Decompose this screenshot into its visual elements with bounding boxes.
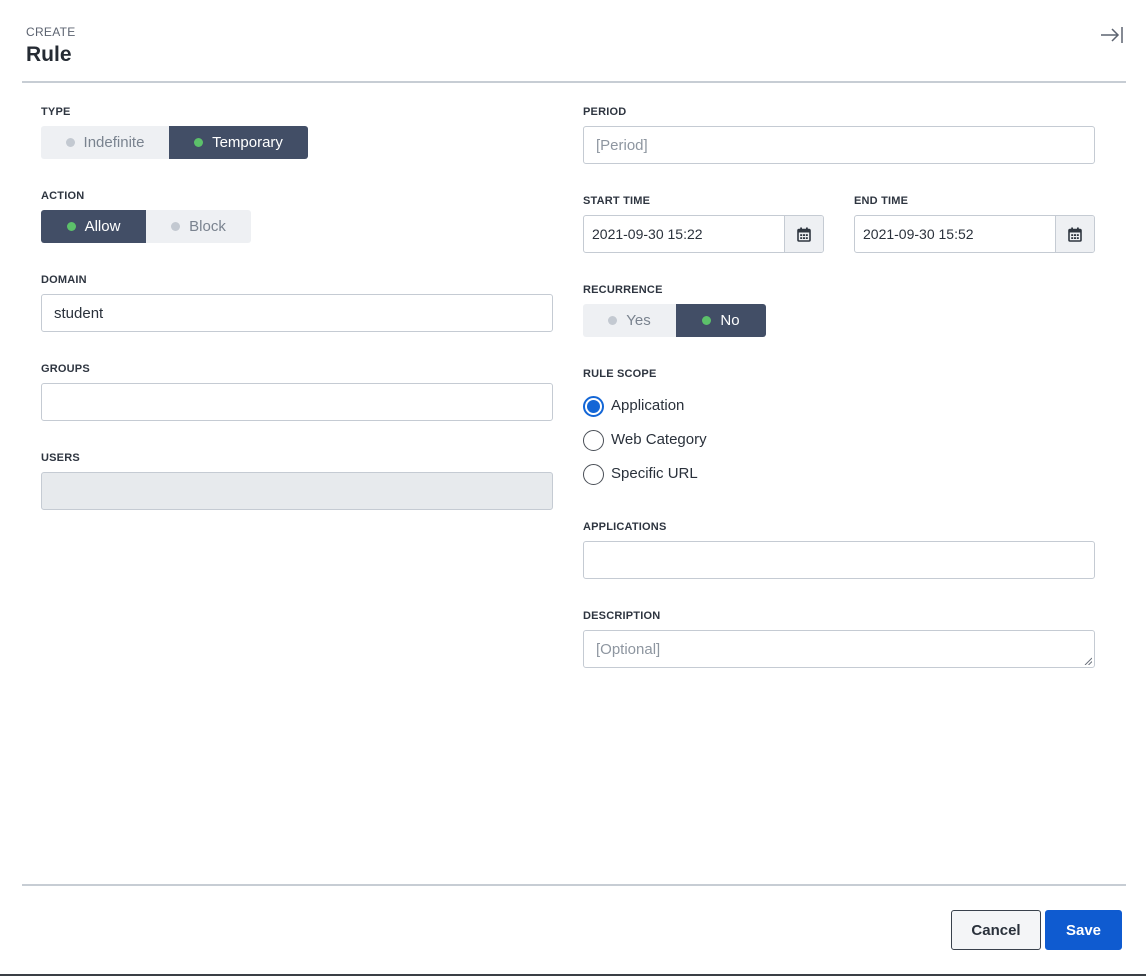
footer-divider	[22, 884, 1126, 886]
rule-scope-label: RULE SCOPE	[583, 368, 657, 380]
description-placeholder: [Optional]	[596, 640, 661, 658]
recurrence-option-label: Yes	[626, 312, 651, 329]
users-label: USERS	[41, 452, 80, 464]
action-label: ACTION	[41, 190, 85, 202]
status-dot-icon	[66, 222, 76, 231]
groups-input[interactable]	[41, 383, 553, 421]
domain-value: student	[54, 304, 104, 322]
resize-grip-icon[interactable]	[1084, 657, 1092, 665]
end-time-label: END TIME	[854, 195, 909, 207]
status-dot-icon	[702, 316, 712, 325]
end-time-calendar-button[interactable]	[1055, 216, 1094, 252]
type-option-label: Temporary	[212, 134, 283, 151]
radio-button[interactable]	[583, 430, 604, 451]
radio-button[interactable]	[583, 396, 604, 417]
period-placeholder: [Period]	[596, 136, 648, 154]
end-time-input[interactable]: 2021-09-30 15:52	[855, 216, 1055, 252]
users-input	[41, 472, 553, 510]
recurrence-option-no[interactable]: No	[676, 304, 766, 337]
type-option-indefinite[interactable]: Indefinite	[41, 126, 169, 159]
rule-scope-option-label: Application	[611, 396, 685, 414]
action-toggle: Allow Block	[41, 210, 251, 243]
domain-input[interactable]: student	[41, 294, 553, 332]
start-time-label: START TIME	[583, 195, 651, 207]
status-dot-icon	[194, 138, 204, 147]
type-label: TYPE	[41, 106, 71, 118]
type-option-label: Indefinite	[83, 134, 145, 151]
action-option-label: Allow	[84, 218, 121, 235]
groups-label: GROUPS	[41, 363, 90, 375]
recurrence-label: RECURRENCE	[583, 284, 663, 296]
start-time-calendar-button[interactable]	[784, 216, 823, 252]
header-eyebrow: CREATE	[26, 25, 76, 39]
applications-label: APPLICATIONS	[583, 521, 667, 533]
description-label: DESCRIPTION	[583, 610, 661, 622]
cancel-button[interactable]: Cancel	[951, 910, 1041, 950]
description-textarea[interactable]: [Optional]	[583, 630, 1095, 668]
save-button[interactable]: Save	[1045, 910, 1122, 950]
period-label: PERIOD	[583, 106, 627, 118]
rule-scope-option-application[interactable]: Application	[583, 394, 684, 417]
end-time-field: 2021-09-30 15:52	[854, 215, 1095, 253]
action-option-block[interactable]: Block	[146, 210, 251, 243]
page-title: Rule	[26, 43, 72, 66]
calendar-icon	[797, 227, 811, 242]
collapse-panel-button[interactable]	[1100, 24, 1124, 46]
rule-scope-option-label: Web Category	[611, 430, 707, 448]
rule-scope-option-specific-url[interactable]: Specific URL	[583, 462, 698, 485]
status-dot-icon	[171, 222, 181, 231]
period-input[interactable]: [Period]	[583, 126, 1095, 164]
applications-input[interactable]	[583, 541, 1095, 579]
rule-scope-option-label: Specific URL	[611, 464, 698, 482]
rule-scope-option-web-category[interactable]: Web Category	[583, 428, 707, 451]
radio-button[interactable]	[583, 464, 604, 485]
recurrence-option-yes[interactable]: Yes	[583, 304, 676, 337]
header-divider	[22, 81, 1126, 83]
calendar-icon	[1068, 227, 1082, 242]
type-option-temporary[interactable]: Temporary	[169, 126, 308, 159]
status-dot-icon	[608, 316, 618, 325]
status-dot-icon	[65, 138, 75, 147]
recurrence-toggle: Yes No	[583, 304, 766, 337]
domain-label: DOMAIN	[41, 274, 87, 286]
start-time-field: 2021-09-30 15:22	[583, 215, 824, 253]
recurrence-option-label: No	[720, 312, 740, 329]
panel-header: CREATE Rule	[26, 24, 76, 69]
start-time-input[interactable]: 2021-09-30 15:22	[584, 216, 784, 252]
action-option-label: Block	[189, 218, 226, 235]
type-toggle: Indefinite Temporary	[41, 126, 308, 159]
collapse-panel-icon	[1101, 27, 1123, 43]
action-option-allow[interactable]: Allow	[41, 210, 146, 243]
